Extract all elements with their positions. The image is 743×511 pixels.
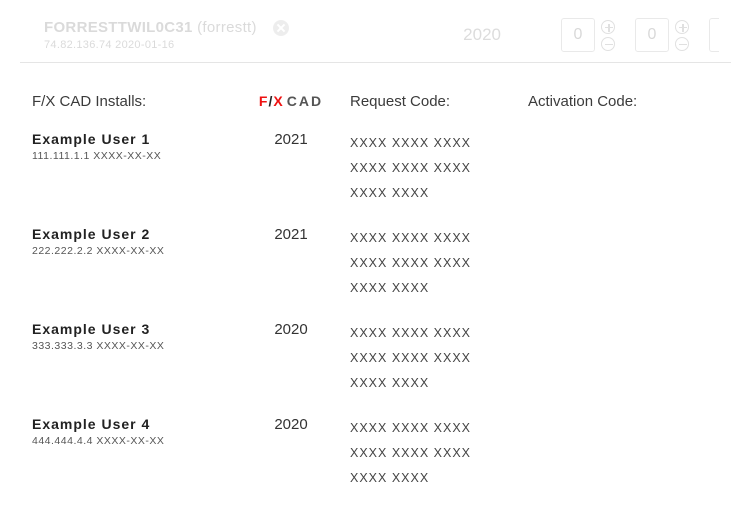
req-line: XXXX XXXX XXXX bbox=[350, 156, 528, 181]
user-activation-code bbox=[528, 321, 743, 396]
content-area: F/X CAD Installs: F/XCAD Request Code: A… bbox=[0, 63, 743, 491]
user-meta: 222.222.2.2 XXXX-XX-XX bbox=[32, 245, 232, 257]
user-request-code: XXXX XXXX XXXX XXXX XXXX XXXX XXXX XXXX bbox=[350, 131, 528, 206]
faded-user-paren: (forrestt) bbox=[197, 19, 257, 36]
logo-cad: CAD bbox=[287, 93, 323, 109]
plus-icon[interactable] bbox=[675, 20, 689, 34]
counter-2: 0 bbox=[635, 18, 689, 52]
minus-icon[interactable] bbox=[675, 37, 689, 51]
user-year: 2020 bbox=[232, 321, 350, 396]
req-line: XXXX XXXX XXXX bbox=[350, 226, 528, 251]
req-line: XXXX XXXX bbox=[350, 371, 528, 396]
req-line: XXXX XXXX XXXX bbox=[350, 441, 528, 466]
req-line: XXXX XXXX XXXX bbox=[350, 321, 528, 346]
user-name: Example User 1 bbox=[32, 131, 232, 147]
req-line: XXXX XXXX XXXX bbox=[350, 416, 528, 441]
req-line: XXXX XXXX bbox=[350, 466, 528, 491]
user-row: Example User 4 444.444.4.4 XXXX-XX-XX 20… bbox=[0, 396, 743, 491]
user-name: Example User 4 bbox=[32, 416, 232, 432]
user-request-code: XXXX XXXX XXXX XXXX XXXX XXXX XXXX XXXX bbox=[350, 226, 528, 301]
header-request: Request Code: bbox=[350, 93, 528, 111]
faded-user-title: FORRESTTWIL0C31 bbox=[44, 19, 193, 36]
req-line: XXXX XXXX bbox=[350, 276, 528, 301]
user-activation-code bbox=[528, 131, 743, 206]
req-line: XXXX XXXX XXXX bbox=[350, 251, 528, 276]
user-activation-code bbox=[528, 226, 743, 301]
user-meta: 444.444.4.4 XXXX-XX-XX bbox=[32, 435, 232, 447]
user-name: Example User 2 bbox=[32, 226, 232, 242]
user-row: Example User 1 111.111.1.1 XXXX-XX-XX 20… bbox=[0, 111, 743, 206]
faded-year: 2020 bbox=[463, 25, 501, 45]
user-name: Example User 3 bbox=[32, 321, 232, 337]
user-activation-code bbox=[528, 416, 743, 491]
header-row: F/X CAD Installs: F/XCAD Request Code: A… bbox=[0, 93, 743, 111]
user-year: 2020 bbox=[232, 416, 350, 491]
plus-icon[interactable] bbox=[601, 20, 615, 34]
counter-2-value[interactable]: 0 bbox=[635, 18, 669, 52]
logo-x: X bbox=[273, 93, 283, 109]
req-line: XXXX XXXX bbox=[350, 181, 528, 206]
header-installs: F/X CAD Installs: bbox=[32, 93, 232, 111]
counter-1-value[interactable]: 0 bbox=[561, 18, 595, 52]
fx-cad-logo: F/XCAD bbox=[232, 93, 350, 111]
counter-group: 0 0 bbox=[561, 18, 719, 52]
header-activation: Activation Code: bbox=[528, 93, 743, 111]
user-request-code: XXXX XXXX XXXX XXXX XXXX XXXX XXXX XXXX bbox=[350, 416, 528, 491]
minus-icon[interactable] bbox=[601, 37, 615, 51]
user-row: Example User 3 333.333.3.3 XXXX-XX-XX 20… bbox=[0, 301, 743, 396]
req-line: XXXX XXXX XXXX bbox=[350, 131, 528, 156]
faded-user-row: FORRESTTWIL0C31 (forrestt) 74.82.136.74 … bbox=[0, 0, 743, 62]
user-row: Example User 2 222.222.2.2 XXXX-XX-XX 20… bbox=[0, 206, 743, 301]
counter-1: 0 bbox=[561, 18, 615, 52]
user-request-code: XXXX XXXX XXXX XXXX XXXX XXXX XXXX XXXX bbox=[350, 321, 528, 396]
user-meta: 333.333.3.3 XXXX-XX-XX bbox=[32, 340, 232, 352]
counter-3-partial[interactable] bbox=[709, 18, 719, 52]
req-line: XXXX XXXX XXXX bbox=[350, 346, 528, 371]
faded-user-info: FORRESTTWIL0C31 (forrestt) 74.82.136.74 … bbox=[44, 19, 289, 51]
user-year: 2021 bbox=[232, 131, 350, 206]
user-meta: 111.111.1.1 XXXX-XX-XX bbox=[32, 150, 232, 162]
faded-user-sub: 74.82.136.74 2020-01-16 bbox=[44, 39, 289, 51]
user-year: 2021 bbox=[232, 226, 350, 301]
close-icon[interactable] bbox=[273, 20, 289, 36]
